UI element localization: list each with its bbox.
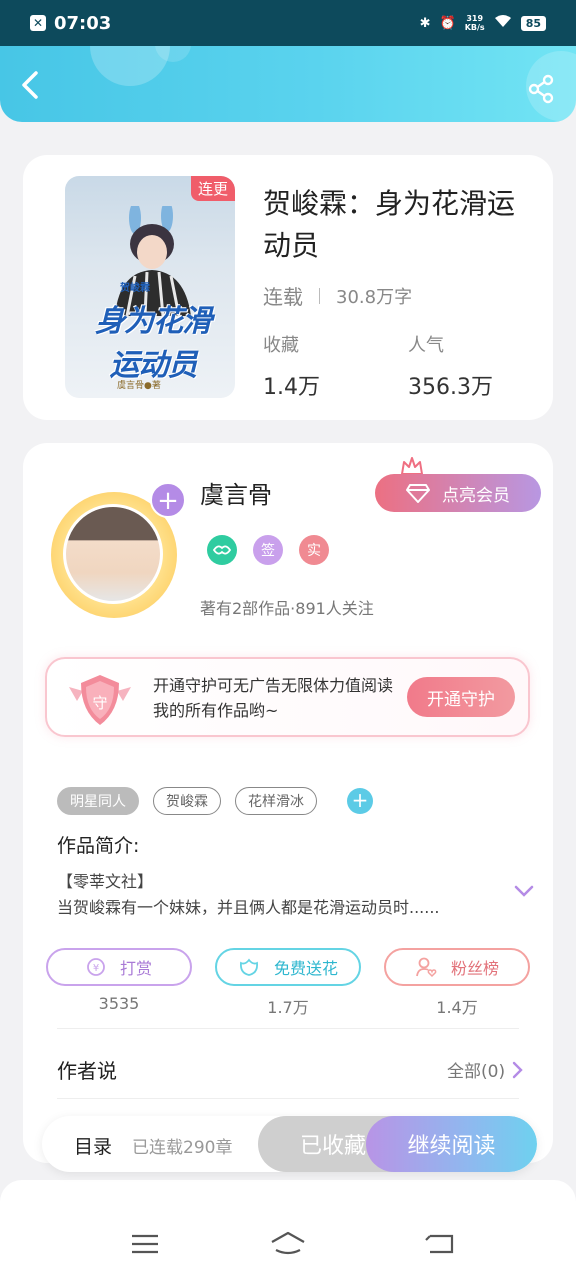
bottom-action-bar: 目录 已连载290章 已收藏 继续阅读 [42,1116,537,1172]
network-speed: 319 KB/s [465,14,485,32]
flower-icon [239,958,258,976]
avatar [63,504,163,604]
author-info: 著有2部作品·891人关注 [200,599,374,618]
chevron-right-icon [512,1061,523,1078]
fan-count: 1.4万 [436,998,478,1017]
all-link-label: 全部(0) [447,1062,506,1082]
action-row: ¥ 打赏 3535 免费送花 1.7万 粉丝榜 1.4万 [46,948,530,1018]
stat-label: 人气 [408,335,444,356]
send-flower-button[interactable]: 免费送花 [215,948,361,986]
fans-action: 粉丝榜 1.4万 [384,948,530,1018]
status-bar: ✕ 07:03 ✱ ⏰ 319 KB/s 85 [0,0,576,46]
vip-button[interactable]: 点亮会员 [375,474,541,512]
back-button[interactable] [18,70,46,100]
vip-button-label: 点亮会员 [442,485,510,506]
tag[interactable]: 花样滑冰 [235,787,317,815]
signed-badge: 签 [253,535,283,565]
stat-popularity: 人气 356.3万 [408,331,493,401]
cover-title: 身为花滑 运动员 [73,296,233,384]
bluetooth-icon: ✱ [419,15,431,31]
stat-value: 356.3万 [408,375,493,400]
author-badges: 签 实 [207,535,329,565]
reward-count: 3535 [98,994,140,1013]
divider [319,287,320,304]
stat-value: 1.4万 [263,375,320,400]
diamond-icon [406,484,430,503]
intro-label: 作品简介: [57,835,140,857]
cover-title-line1: 身为花滑 [95,304,212,339]
tag[interactable]: 明星同人 [57,787,139,815]
update-tag: 连更 [190,176,235,201]
notification-icon: ✕ [30,15,46,31]
divider [57,1028,519,1029]
network-speed-unit: KB/s [464,23,485,32]
home-icon[interactable] [270,1230,306,1258]
guard-banner: 守 开通守护可无广告无限体力值阅读我的所有作品哟~ 开通守护 [45,657,530,737]
system-nav-bar [0,1180,576,1280]
divider [57,1098,519,1099]
share-button[interactable] [526,74,556,104]
share-icon [528,74,554,104]
intro-text[interactable]: 【零莘文社】 当贺峻霖有一个妹妹，并且俩人都是花滑运动员时...... [57,869,502,921]
author-name[interactable]: 虞言骨 [200,475,272,510]
book-info-card: 贺峻霖 身为花滑 运动员 虞言骨●著 连更 贺峻霖：身为花滑运动员 连载 30.… [23,155,553,420]
cover-footer: 虞言骨●著 [117,381,161,391]
reward-action: ¥ 打赏 3535 [46,948,192,1018]
add-tag-button[interactable]: + [347,788,373,814]
toc-button[interactable]: 目录 [74,1132,112,1159]
flower-count: 1.7万 [267,998,309,1017]
shield-text: 守 [92,694,107,712]
crown-icon [401,457,423,475]
fan-rank-button[interactable]: 粉丝榜 [384,948,530,986]
tag[interactable]: 贺峻霖 [153,787,221,815]
chevron-left-icon [22,71,38,99]
author-says-all-link[interactable]: 全部(0) [447,1057,523,1082]
shield-icon: 守 [69,675,131,725]
header [0,46,576,122]
fan-rank-label: 粉丝榜 [450,959,499,978]
reward-label: 打赏 [119,959,152,978]
menu-icon[interactable] [127,1230,163,1258]
continue-reading-button[interactable]: 继续阅读 [366,1116,537,1172]
handshake-badge-icon [207,535,237,565]
book-cover[interactable]: 贺峻霖 身为花滑 运动员 虞言骨●著 连更 [65,176,235,398]
status-time: 07:03 [54,12,112,34]
author-card: + 虞言骨 点亮会员 签 实 著有2部作品·891人关注 守 开通守护可无广告无… [23,443,553,1163]
back-nav-icon[interactable] [422,1230,458,1258]
word-count: 30.8万字 [336,286,413,308]
open-guard-button[interactable]: 开通守护 [407,677,515,717]
battery-icon: 85 [520,15,546,31]
stat-favorites: 收藏 1.4万 [263,331,320,401]
author-says-title: 作者说 [57,1059,117,1083]
intro-line: 【零莘文社】 [57,872,154,891]
book-meta: 连载 30.8万字 [263,281,412,310]
intro-line: 当贺峻霖有一个妹妹，并且俩人都是花滑运动员时...... [57,898,440,917]
tag-list: 明星同人 贺峻霖 花样滑冰 + [57,787,373,815]
chevron-down-icon[interactable] [513,883,535,899]
flower-action: 免费送花 1.7万 [215,948,361,1018]
stat-label: 收藏 [263,335,299,356]
coin-icon: ¥ [87,958,105,976]
wifi-icon [494,14,512,32]
svg-text:¥: ¥ [93,963,99,974]
book-title: 贺峻霖：身为花滑运动员 [263,187,516,262]
follow-button[interactable]: + [150,482,186,518]
network-speed-value: 319 [466,14,484,23]
chapter-count: 已连载290章 [132,1138,233,1158]
cover-subtitle: 贺峻霖 [120,283,150,294]
fan-icon [416,957,437,978]
send-flower-label: 免费送花 [273,959,338,978]
guard-text: 开通守护可无广告无限体力值阅读我的所有作品哟~ [153,676,394,720]
book-status: 连载 [263,285,303,309]
verified-badge: 实 [299,535,329,565]
author-avatar[interactable]: + [45,480,186,620]
reward-button[interactable]: ¥ 打赏 [46,948,192,986]
alarm-icon: ⏰ [439,15,456,31]
